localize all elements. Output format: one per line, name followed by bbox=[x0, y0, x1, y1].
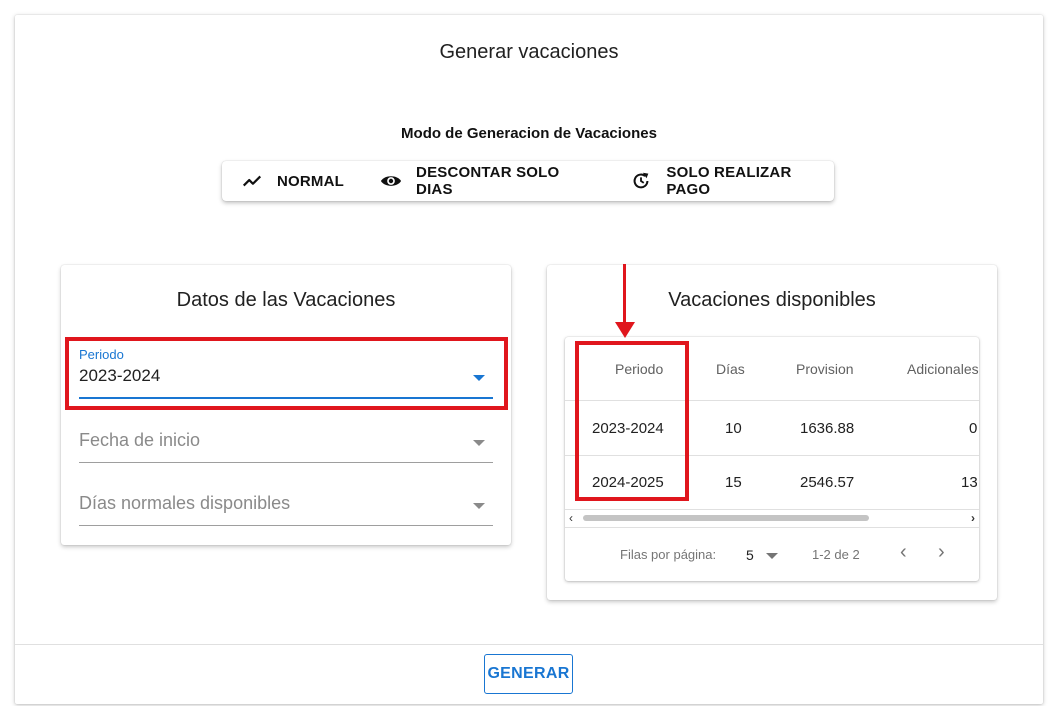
cell-provision: 1636.88 bbox=[800, 420, 855, 437]
prev-page-icon[interactable]: ‹ bbox=[900, 541, 907, 564]
actions-divider bbox=[15, 644, 1043, 645]
cell-periodo: 2023-2024 bbox=[592, 420, 664, 437]
periodo-value: 2023-2024 bbox=[79, 366, 161, 385]
table-pagination: Filas por página: 5 1-2 de 2 ‹ › bbox=[565, 528, 979, 581]
table-header: Periodo Días Provision Adicionales bbox=[565, 337, 979, 401]
fecha-inicio-underline bbox=[79, 462, 493, 463]
pagination-range: 1-2 de 2 bbox=[812, 547, 860, 562]
fecha-inicio-select[interactable]: Fecha de inicio bbox=[79, 430, 493, 464]
mode-descontar-label: DESCONTAR SOLO DIAS bbox=[416, 164, 560, 198]
dialog-title: Generar vacaciones bbox=[439, 41, 619, 63]
dias-disponibles-placeholder: Días normales disponibles bbox=[79, 493, 291, 513]
eye-icon bbox=[380, 170, 402, 192]
annotation-arrow-icon bbox=[615, 322, 635, 338]
cell-adicionales: 0 bbox=[969, 420, 978, 437]
scroll-thumb[interactable] bbox=[583, 515, 869, 521]
fecha-inicio-placeholder: Fecha de inicio bbox=[79, 430, 201, 450]
chevron-down-icon bbox=[473, 375, 485, 381]
mode-toggle-group: NORMAL DESCONTAR SOLO DIAS SOLO REALIZAR… bbox=[222, 161, 834, 201]
generate-vacations-dialog: Generar vacaciones Modo de Generacion de… bbox=[15, 15, 1043, 704]
annotation-arrow-line bbox=[623, 264, 626, 324]
available-vacations-card: Vacaciones disponibles Periodo Días Prov… bbox=[547, 265, 997, 600]
table-row[interactable]: 2023-2024 10 1636.88 0 bbox=[565, 402, 979, 456]
cell-dias: 10 bbox=[725, 420, 742, 437]
trending-icon bbox=[241, 170, 263, 192]
column-header-dias[interactable]: Días bbox=[716, 361, 745, 377]
mode-normal-button[interactable]: NORMAL bbox=[241, 161, 344, 201]
mode-normal-label: NORMAL bbox=[277, 172, 345, 190]
rows-per-page-select[interactable]: 5 bbox=[746, 547, 754, 563]
mode-pago-button[interactable]: SOLO REALIZAR PAGO bbox=[630, 161, 834, 201]
scroll-left-icon[interactable]: ‹ bbox=[569, 511, 573, 525]
scroll-right-icon[interactable]: › bbox=[971, 511, 975, 525]
periodo-select[interactable]: Periodo 2023-2024 bbox=[79, 347, 493, 399]
chevron-down-icon bbox=[473, 503, 485, 509]
vacation-data-card: Datos de las Vacaciones Periodo 2023-202… bbox=[61, 265, 511, 545]
dias-disponibles-select[interactable]: Días normales disponibles bbox=[79, 493, 493, 527]
vacations-table: Periodo Días Provision Adicionales 2023-… bbox=[565, 337, 979, 581]
next-page-icon[interactable]: › bbox=[938, 541, 945, 564]
horizontal-scrollbar[interactable]: ‹ › bbox=[565, 510, 979, 528]
generate-button[interactable]: GENERAR bbox=[484, 654, 573, 694]
dias-disponibles-underline bbox=[79, 525, 493, 526]
chevron-down-icon bbox=[473, 440, 485, 446]
cell-adicionales: 13 bbox=[961, 474, 978, 491]
chevron-down-icon[interactable] bbox=[766, 553, 778, 559]
periodo-label: Periodo bbox=[79, 347, 124, 362]
history-icon bbox=[630, 170, 652, 192]
vacation-data-title: Datos de las Vacaciones bbox=[176, 289, 396, 311]
column-header-provision[interactable]: Provision bbox=[796, 361, 854, 377]
available-vacations-title: Vacaciones disponibles bbox=[668, 289, 876, 311]
column-header-adicionales[interactable]: Adicionales bbox=[907, 361, 979, 377]
mode-title: Modo de Generacion de Vacaciones bbox=[401, 125, 657, 142]
cell-dias: 15 bbox=[725, 474, 742, 491]
rows-per-page-label: Filas por página: bbox=[620, 547, 717, 562]
table-row[interactable]: 2024-2025 15 2546.57 13 bbox=[565, 456, 979, 510]
cell-periodo: 2024-2025 bbox=[592, 474, 664, 491]
mode-descontar-button[interactable]: DESCONTAR SOLO DIAS bbox=[380, 161, 594, 201]
mode-pago-label: SOLO REALIZAR PAGO bbox=[666, 164, 792, 198]
periodo-underline bbox=[79, 397, 493, 399]
column-header-periodo[interactable]: Periodo bbox=[615, 361, 663, 377]
cell-provision: 2546.57 bbox=[800, 474, 855, 491]
